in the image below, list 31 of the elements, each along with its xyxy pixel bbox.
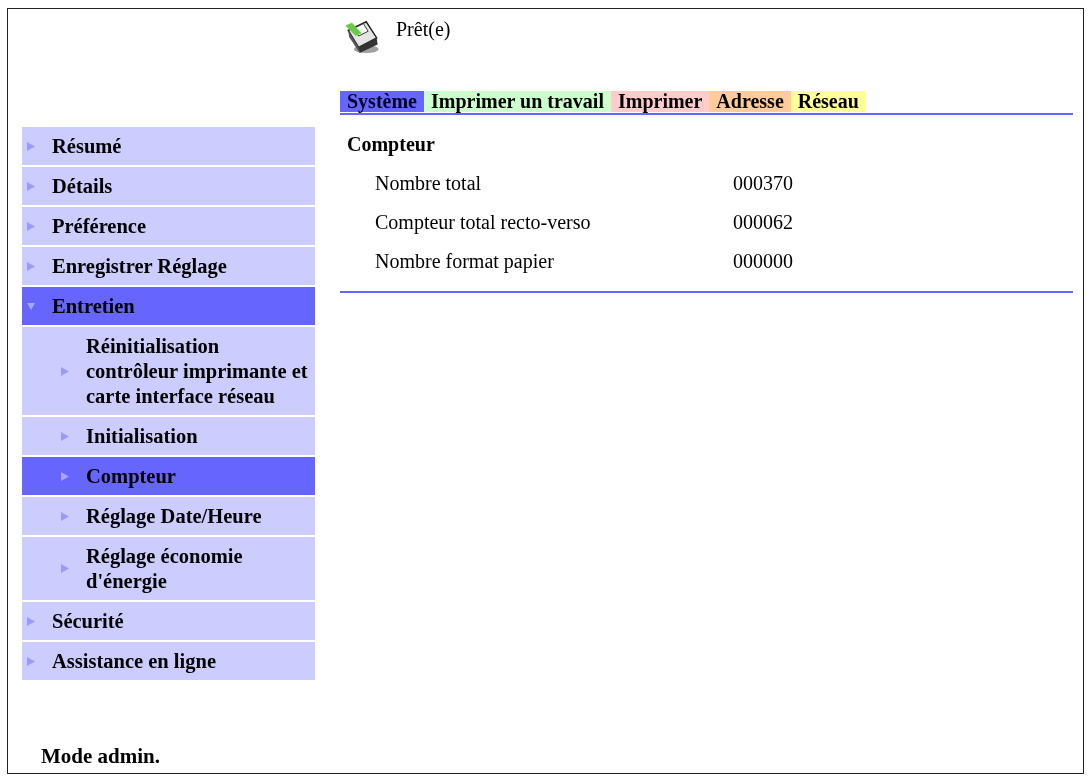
- sidebar-sublink[interactable]: Initialisation: [22, 417, 315, 455]
- sidebar-link[interactable]: Résumé: [22, 127, 315, 165]
- counter-value: 000062: [733, 210, 793, 235]
- counter-label: Nombre format papier: [375, 249, 555, 275]
- tab[interactable]: Imprimer un travail: [424, 91, 611, 112]
- counter-label: Compteur total recto-verso: [375, 210, 592, 236]
- admin-mode-label: Mode admin.: [41, 744, 160, 769]
- sidebar-sublink[interactable]: Compteur: [22, 457, 315, 495]
- sidebar-link[interactable]: Entretien: [22, 287, 315, 325]
- sidebar-link[interactable]: Préférence: [22, 207, 315, 245]
- sidebar-sublink[interactable]: Réinitialisation contrôleur imprimante et carte interface réseau: [22, 327, 315, 415]
- tab[interactable]: Adresse: [709, 91, 791, 112]
- sidebar-link[interactable]: Assistance en ligne: [22, 642, 315, 680]
- sidebar-link[interactable]: Sécurité: [22, 602, 315, 640]
- tab[interactable]: Système: [340, 91, 424, 112]
- counter-value: 000370: [733, 171, 793, 196]
- tab[interactable]: Imprimer: [610, 91, 710, 112]
- sidebar-link[interactable]: Enregistrer Réglage: [22, 247, 315, 285]
- tab[interactable]: Réseau: [790, 91, 866, 112]
- triangle-right-icon: [61, 511, 69, 521]
- counter-value: 000000: [733, 249, 793, 274]
- section-title: Compteur: [346, 132, 436, 158]
- sidebar-sublink[interactable]: Réglage économie d'énergie: [22, 537, 315, 600]
- triangle-right-icon: [61, 366, 69, 376]
- status-text: Prêt(e): [396, 17, 451, 41]
- sidebar-sublink[interactable]: Réglage Date/Heure: [22, 497, 315, 535]
- triangle-right-icon: [61, 564, 69, 573]
- triangle-right-icon: [61, 431, 69, 441]
- counter-label: Nombre total: [375, 171, 483, 196]
- triangle-right-icon: [61, 471, 69, 481]
- sidebar-link[interactable]: Détails: [22, 167, 315, 205]
